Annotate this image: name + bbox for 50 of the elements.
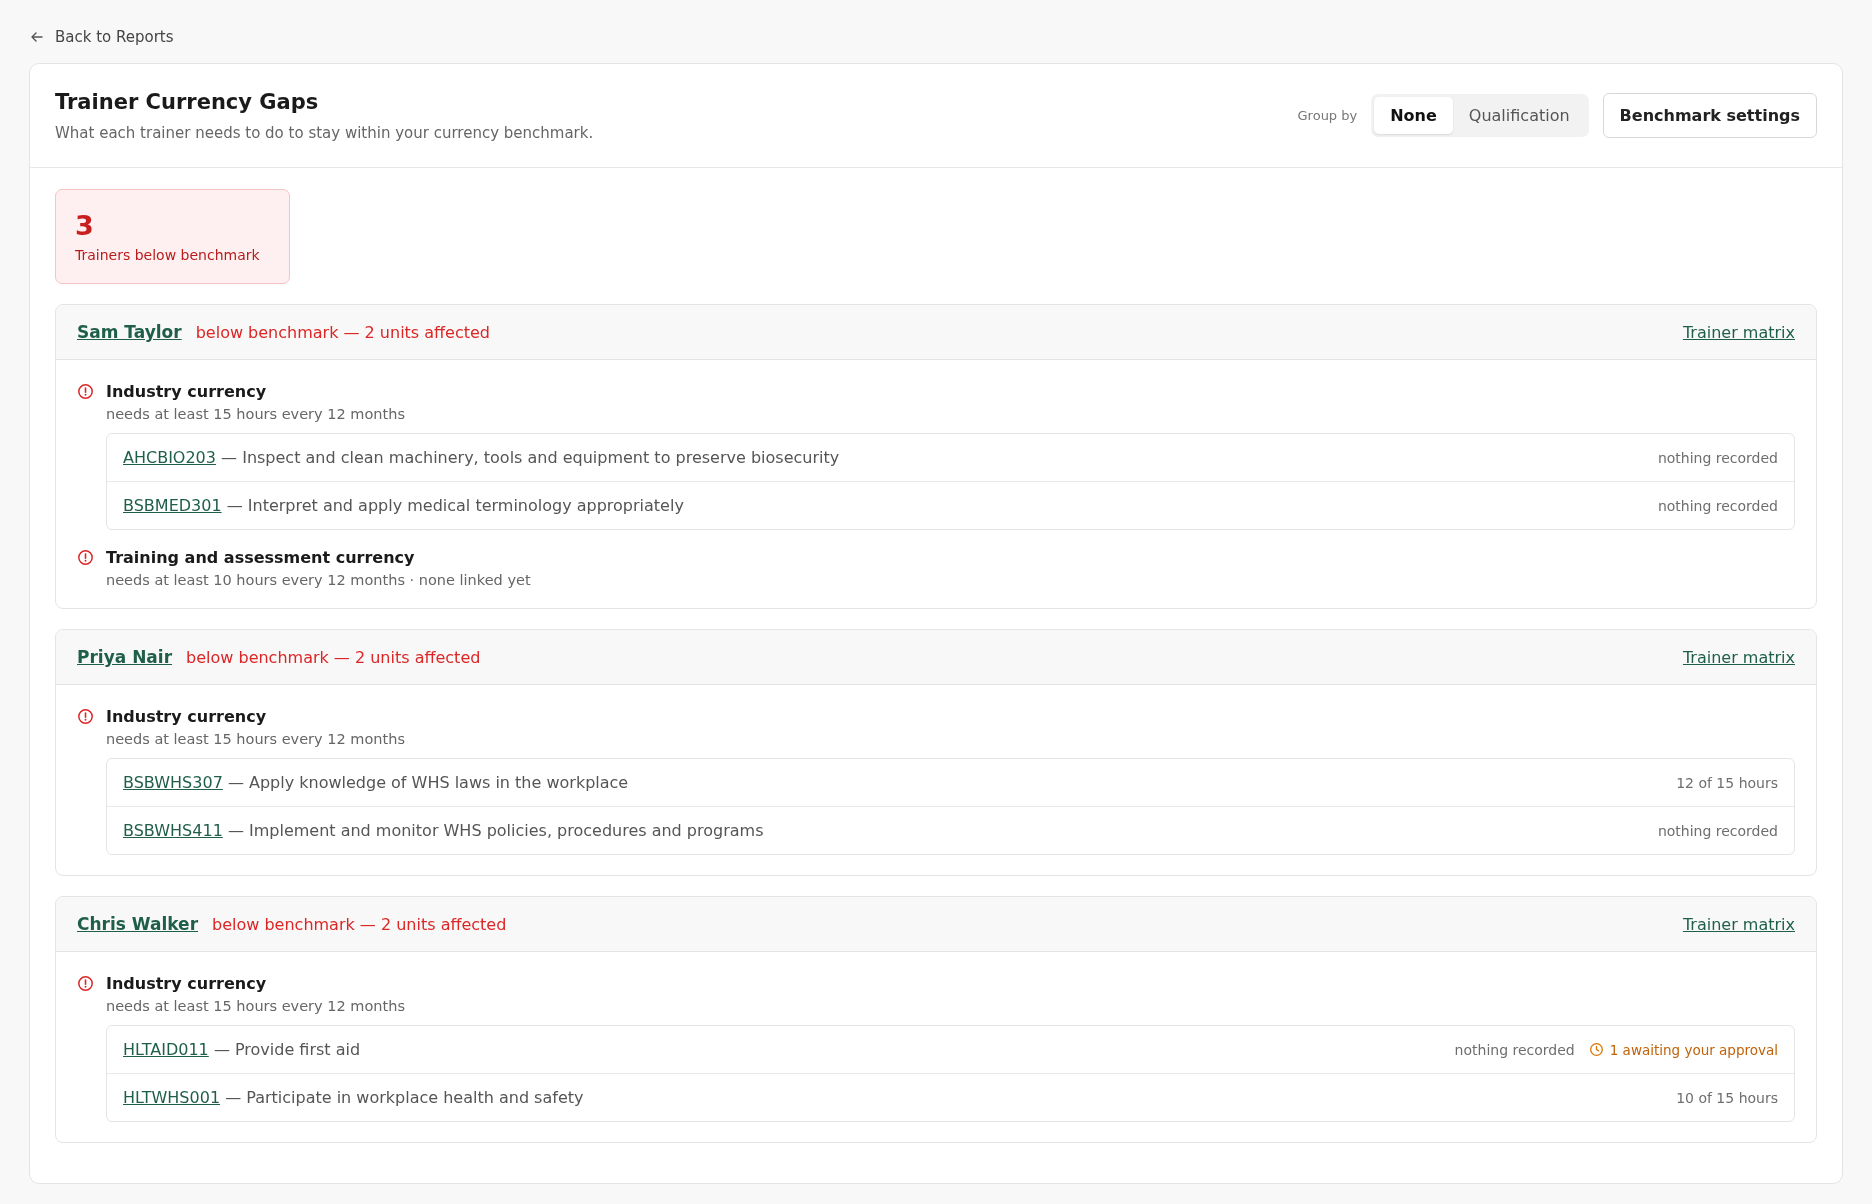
alert-icon <box>77 708 94 725</box>
group-option[interactable]: Qualification <box>1452 97 1586 134</box>
unit-hours-note: 12 of 15 hours <box>1676 774 1778 791</box>
trainer-name-link[interactable]: Priya Nair <box>77 647 173 667</box>
summary-count: 3 <box>75 210 95 241</box>
group-by-label: Group by <box>1297 108 1358 123</box>
approval-status: 1 awaiting your approval <box>1609 1041 1778 1058</box>
requirement-title: Industry currency <box>106 382 267 401</box>
unit-code-link[interactable]: HLTWHS001 <box>123 1088 221 1107</box>
summary-label: Trainers below benchmark <box>75 247 261 263</box>
unit-code-link[interactable]: BSBWHS307 <box>123 773 223 792</box>
trainer-status: below benchmark — 2 units affected <box>186 647 481 667</box>
requirement-detail: needs at least 10 hours every 12 months · none linked yet <box>106 572 532 588</box>
benchmark-settings-button[interactable]: Benchmark settings <box>1602 93 1817 138</box>
unit-hours-note: nothing recorded <box>1657 497 1778 514</box>
unit-code-link[interactable]: AHCBIO203 <box>123 448 216 467</box>
unit-description: AHCBIO203 — Inspect and clean machinery, tools and equipment to preserve biosecurity <box>123 448 840 467</box>
unit-hours-note: nothing recorded <box>1657 822 1778 839</box>
page-title: Trainer Currency Gaps <box>55 89 320 114</box>
alert-icon <box>77 383 94 400</box>
unit-code-link[interactable]: HLTAID011 <box>123 1040 209 1059</box>
trainer-matrix-link[interactable]: Trainer matrix <box>1682 647 1795 667</box>
trainer-name-link[interactable]: Sam Taylor <box>77 322 182 342</box>
unit-description: BSBWHS411 — Implement and monitor WHS policies, procedures and programs <box>123 821 764 840</box>
trainer-status: below benchmark — 2 units affected <box>195 322 490 342</box>
unit-code-link[interactable]: BSBWHS411 <box>123 821 223 840</box>
trainer-matrix-link[interactable]: Trainer matrix <box>1682 322 1795 342</box>
unit-hours-note: nothing recorded <box>1657 449 1778 466</box>
unit-hours-note: nothing recorded <box>1454 1041 1575 1058</box>
requirement-title: Industry currency <box>106 707 267 726</box>
unit-description: BSBWHS307 — Apply knowledge of WHS laws in the workplace <box>123 773 629 792</box>
unit-description: HLTWHS001 — Participate in workplace health and safety <box>123 1088 584 1107</box>
unit-description: BSBMED301 — Interpret and apply medical terminology appropriately <box>123 496 684 515</box>
alert-icon <box>77 549 94 566</box>
requirement-detail: needs at least 15 hours every 12 months <box>106 406 406 422</box>
requirement-title: Industry currency <box>106 974 267 993</box>
trainer-matrix-link[interactable]: Trainer matrix <box>1682 914 1795 934</box>
requirement-detail: needs at least 15 hours every 12 months <box>106 731 406 747</box>
requirement-title: Training and assessment currency <box>106 548 415 567</box>
group-option[interactable]: None <box>1374 97 1453 134</box>
clock-icon <box>1588 1042 1604 1057</box>
trainer-status: below benchmark — 2 units affected <box>212 914 507 934</box>
requirement-detail: needs at least 15 hours every 12 months <box>106 998 406 1014</box>
unit-hours-note: 10 of 15 hours <box>1676 1089 1778 1106</box>
unit-code-link[interactable]: BSBMED301 <box>123 496 222 515</box>
trainer-name-link[interactable]: Chris Walker <box>77 914 199 934</box>
unit-description: HLTAID011 — Provide first aid <box>123 1040 361 1059</box>
back-link[interactable]: Back to Reports <box>29 28 174 46</box>
alert-icon <box>77 975 94 992</box>
page-subtitle: What each trainer needs to do to stay within your currency benchmark. <box>55 123 594 142</box>
